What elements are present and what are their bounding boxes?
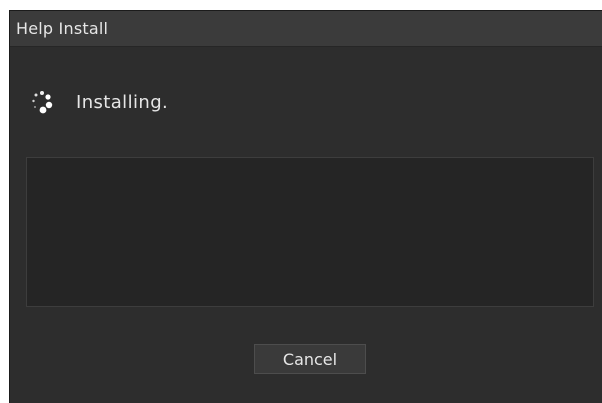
title-bar: Help Install — [10, 11, 602, 47]
help-install-dialog: Help Install Installing. Cancel — [9, 10, 602, 403]
loading-spinner-icon — [30, 89, 56, 115]
cancel-button[interactable]: Cancel — [254, 344, 366, 374]
dialog-title: Help Install — [16, 19, 109, 38]
install-log-area — [26, 157, 594, 307]
status-text: Installing. — [76, 91, 169, 113]
status-row: Installing. — [30, 87, 168, 117]
